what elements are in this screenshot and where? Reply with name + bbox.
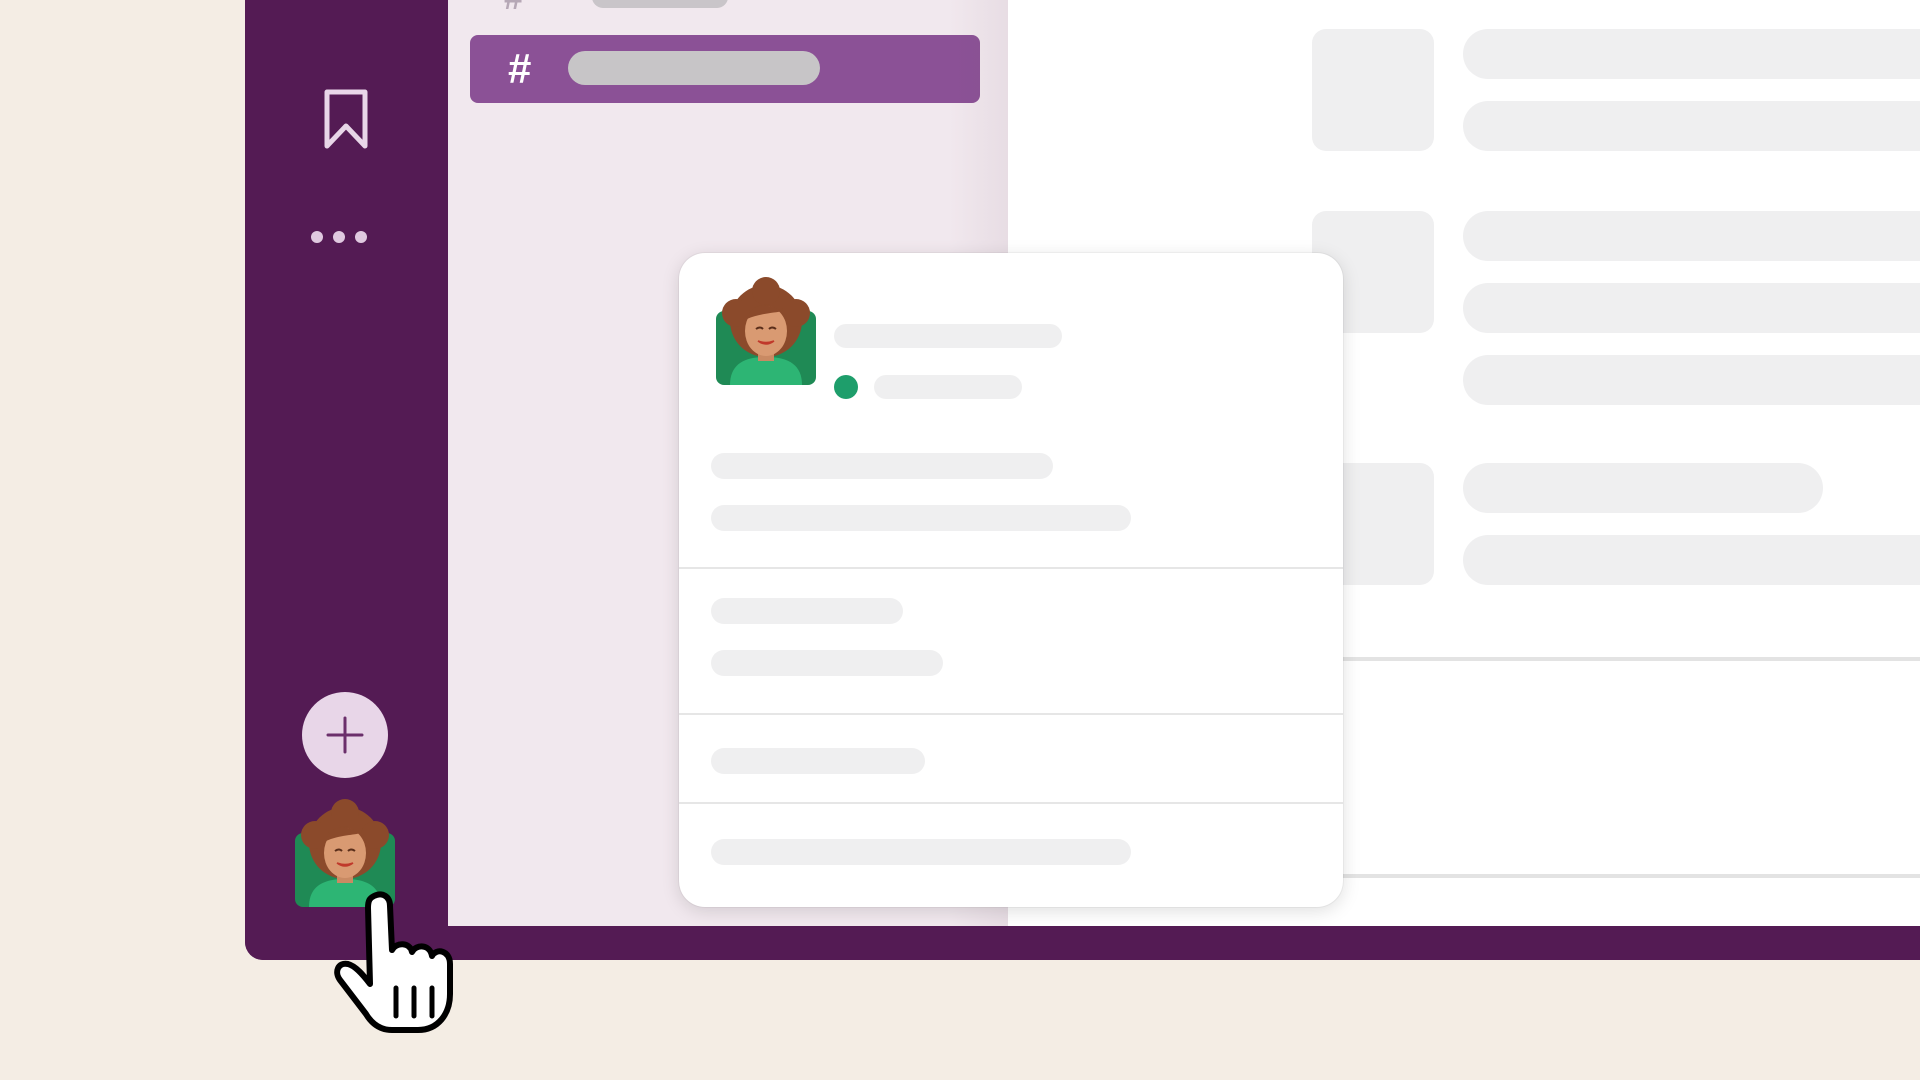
status-dot (834, 375, 858, 399)
message-avatar-placeholder (1312, 29, 1434, 151)
channel-hash-icon: # (508, 45, 532, 92)
app-window: # # (245, 0, 1920, 960)
add-button[interactable] (302, 692, 388, 778)
profile-status-placeholder[interactable] (874, 375, 1022, 399)
profile-name-placeholder (834, 324, 1062, 348)
channel-name-placeholder (568, 51, 820, 85)
profile-avatar (716, 277, 816, 385)
menu-item-placeholder[interactable] (711, 453, 1053, 479)
message-line-placeholder (1463, 101, 1920, 151)
workspace-rail (245, 0, 447, 960)
channel-item-active[interactable]: # (470, 35, 980, 103)
channel-name-placeholder (592, 0, 728, 8)
bookmark-icon[interactable] (323, 88, 369, 150)
menu-item-placeholder[interactable] (711, 598, 903, 624)
message-line-placeholder (1463, 355, 1920, 405)
message-line-placeholder (1463, 29, 1920, 79)
menu-item-placeholder[interactable] (711, 839, 1131, 865)
divider (1308, 874, 1920, 878)
channel-item[interactable]: # (472, 0, 992, 18)
hand-pointer-icon (334, 891, 453, 1033)
message-line-placeholder (1463, 463, 1823, 513)
divider (1308, 657, 1920, 661)
more-icon[interactable] (311, 230, 381, 254)
menu-divider (679, 567, 1343, 569)
menu-item-placeholder[interactable] (711, 650, 943, 676)
menu-divider (679, 713, 1343, 715)
message-line-placeholder (1463, 283, 1920, 333)
profile-menu (679, 253, 1343, 907)
message-line-placeholder (1463, 211, 1920, 261)
message-line-placeholder (1463, 535, 1920, 585)
menu-divider (679, 802, 1343, 804)
menu-item-placeholder[interactable] (711, 505, 1131, 531)
channel-hash-icon: # (504, 0, 523, 18)
plus-icon (326, 716, 364, 754)
menu-item-placeholder[interactable] (711, 748, 925, 774)
